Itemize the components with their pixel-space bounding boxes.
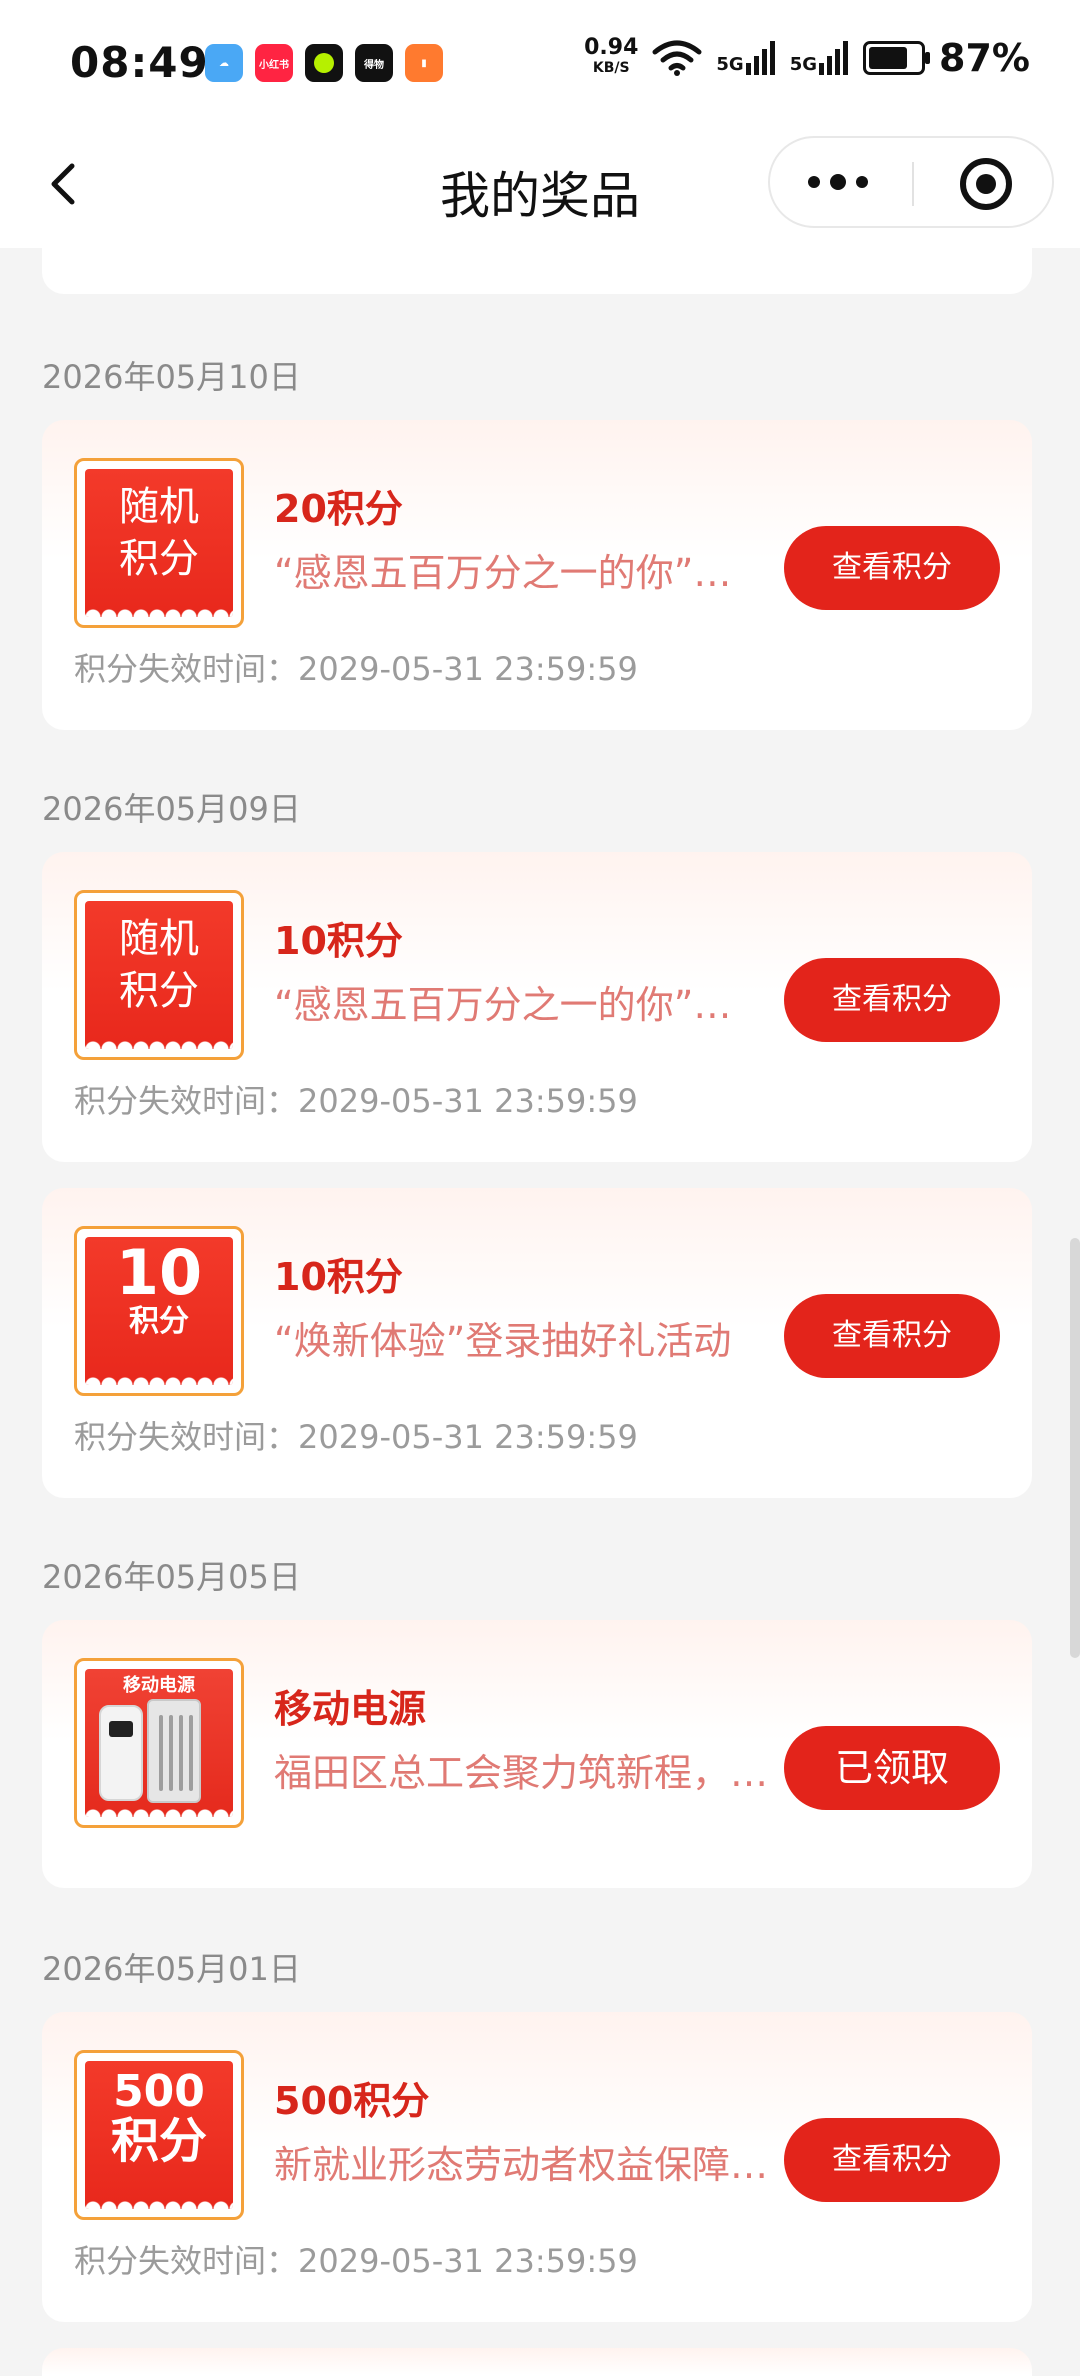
date-header: 2026年05月01日 [42, 1950, 301, 1988]
books-app-icon: ▮ [405, 44, 443, 82]
prize-description: 新就业形态劳动者权益保障活动 [274, 2143, 774, 2187]
view-points-button[interactable]: 查看积分 [784, 2118, 1000, 2202]
network-speed-value: 0.94 [584, 35, 639, 60]
power-bank-image [99, 1705, 143, 1801]
view-points-button[interactable]: 查看积分 [784, 1294, 1000, 1378]
signal-bars-icon [819, 41, 849, 75]
more-options-icon[interactable] [808, 174, 868, 190]
view-points-button[interactable]: 查看积分 [784, 526, 1000, 610]
battery-percent: 87% [939, 36, 1030, 80]
prize-card-partial [42, 248, 1032, 294]
status-bar: 08:49 ☁ 小红书 得物 ▮ 0.94 KB/S 5G 5G 87% [0, 0, 1080, 120]
thumbnail-line1: 随机 [119, 484, 199, 530]
date-header: 2026年05月09日 [42, 790, 301, 828]
prize-description: “感恩五百万分之一的你”积分抽奖活动 [274, 983, 764, 1027]
power-bank-image [147, 1699, 201, 1803]
thumbnail-line2: 积分 [119, 536, 199, 582]
network-speed-unit: KB/S [592, 60, 630, 76]
nav-bar: 我的奖品 [0, 120, 1080, 248]
prize-description: “焕新体验”登录抽好礼活动 [274, 1319, 732, 1363]
prize-card[interactable]: 随机 积分 10积分 “感恩五百万分之一的你”积分抽奖活动 查看积分 积分失效时… [42, 852, 1032, 1162]
expire-time: 积分失效时间：2029-05-31 23:59:59 [74, 1418, 638, 1456]
thumbnail-unit: 积分 [110, 2113, 207, 2169]
date-header: 2026年05月10日 [42, 358, 301, 396]
thumbnail-line1: 随机 [119, 916, 199, 962]
prize-card-partial [42, 2348, 1032, 2376]
close-miniprogram-icon[interactable] [960, 158, 1012, 210]
signal-1: 5G [716, 41, 775, 75]
signal-bars-icon [745, 41, 775, 75]
prize-thumbnail: 10 积分 [74, 1226, 244, 1396]
claimed-button[interactable]: 已领取 [784, 1726, 1000, 1810]
expire-time: 积分失效时间：2029-05-31 23:59:59 [74, 2242, 638, 2280]
signal-2-label: 5G [789, 54, 818, 75]
miniprogram-capsule [768, 136, 1054, 228]
prize-card[interactable]: 500 积分 500积分 新就业形态劳动者权益保障活动 查看积分 积分失效时间：… [42, 2012, 1032, 2322]
prize-title: 移动电源 [274, 1687, 427, 1731]
prize-thumbnail: 移动电源 [74, 1658, 244, 1828]
thumbnail-caption: 移动电源 [123, 1675, 195, 1696]
prize-title: 20积分 [274, 487, 403, 531]
prize-title: 500积分 [274, 2079, 430, 2123]
network-speed: 0.94 KB/S [584, 35, 639, 78]
thumbnail-line2: 积分 [119, 968, 199, 1014]
dewu-app-icon: 得物 [355, 44, 393, 82]
notification-app-icons: ☁ 小红书 得物 ▮ [205, 44, 443, 82]
xiaohongshu-app-icon: 小红书 [255, 44, 293, 82]
view-points-button[interactable]: 查看积分 [784, 958, 1000, 1042]
expire-time: 积分失效时间：2029-05-31 23:59:59 [74, 1082, 638, 1120]
prize-description: 福田区总工会聚力筑新程，奋斗新征程 [274, 1751, 769, 1795]
prize-thumbnail: 随机 积分 [74, 890, 244, 1060]
thumbnail-number: 10 [115, 1237, 203, 1309]
green-app-icon [305, 44, 343, 82]
signal-2: 5G [790, 41, 849, 75]
system-indicators: 0.94 KB/S 5G 5G 87% [584, 36, 1030, 80]
capsule-divider [912, 162, 914, 206]
prize-title: 10积分 [274, 1255, 403, 1299]
thumbnail-unit: 积分 [129, 1304, 189, 1339]
prize-card[interactable]: 10 积分 10积分 “焕新体验”登录抽好礼活动 查看积分 积分失效时间：202… [42, 1188, 1032, 1498]
expire-time: 积分失效时间：2029-05-31 23:59:59 [74, 650, 638, 688]
wifi-icon [652, 40, 702, 76]
battery-icon [863, 41, 931, 75]
status-time: 08:49 [70, 38, 209, 87]
prize-thumbnail: 500 积分 [74, 2050, 244, 2220]
thumbnail-number: 500 [113, 2066, 205, 2117]
scrollbar[interactable] [1070, 1238, 1080, 1658]
prize-title: 10积分 [274, 919, 403, 963]
date-header: 2026年05月05日 [42, 1558, 301, 1596]
prize-list[interactable]: 2026年05月10日 随机 积分 20积分 “感恩五百万分之一的你”积分抽奖活… [0, 248, 1080, 2376]
weather-app-icon: ☁ [205, 44, 243, 82]
prize-thumbnail: 随机 积分 [74, 458, 244, 628]
prize-card[interactable]: 随机 积分 20积分 “感恩五百万分之一的你”积分抽奖活动 查看积分 积分失效时… [42, 420, 1032, 730]
prize-card[interactable]: 移动电源 移动电源 福田区总工会聚力筑新程，奋斗新征程 已领取 [42, 1620, 1032, 1888]
prize-description: “感恩五百万分之一的你”积分抽奖活动 [274, 551, 764, 595]
signal-1-label: 5G [716, 54, 744, 75]
